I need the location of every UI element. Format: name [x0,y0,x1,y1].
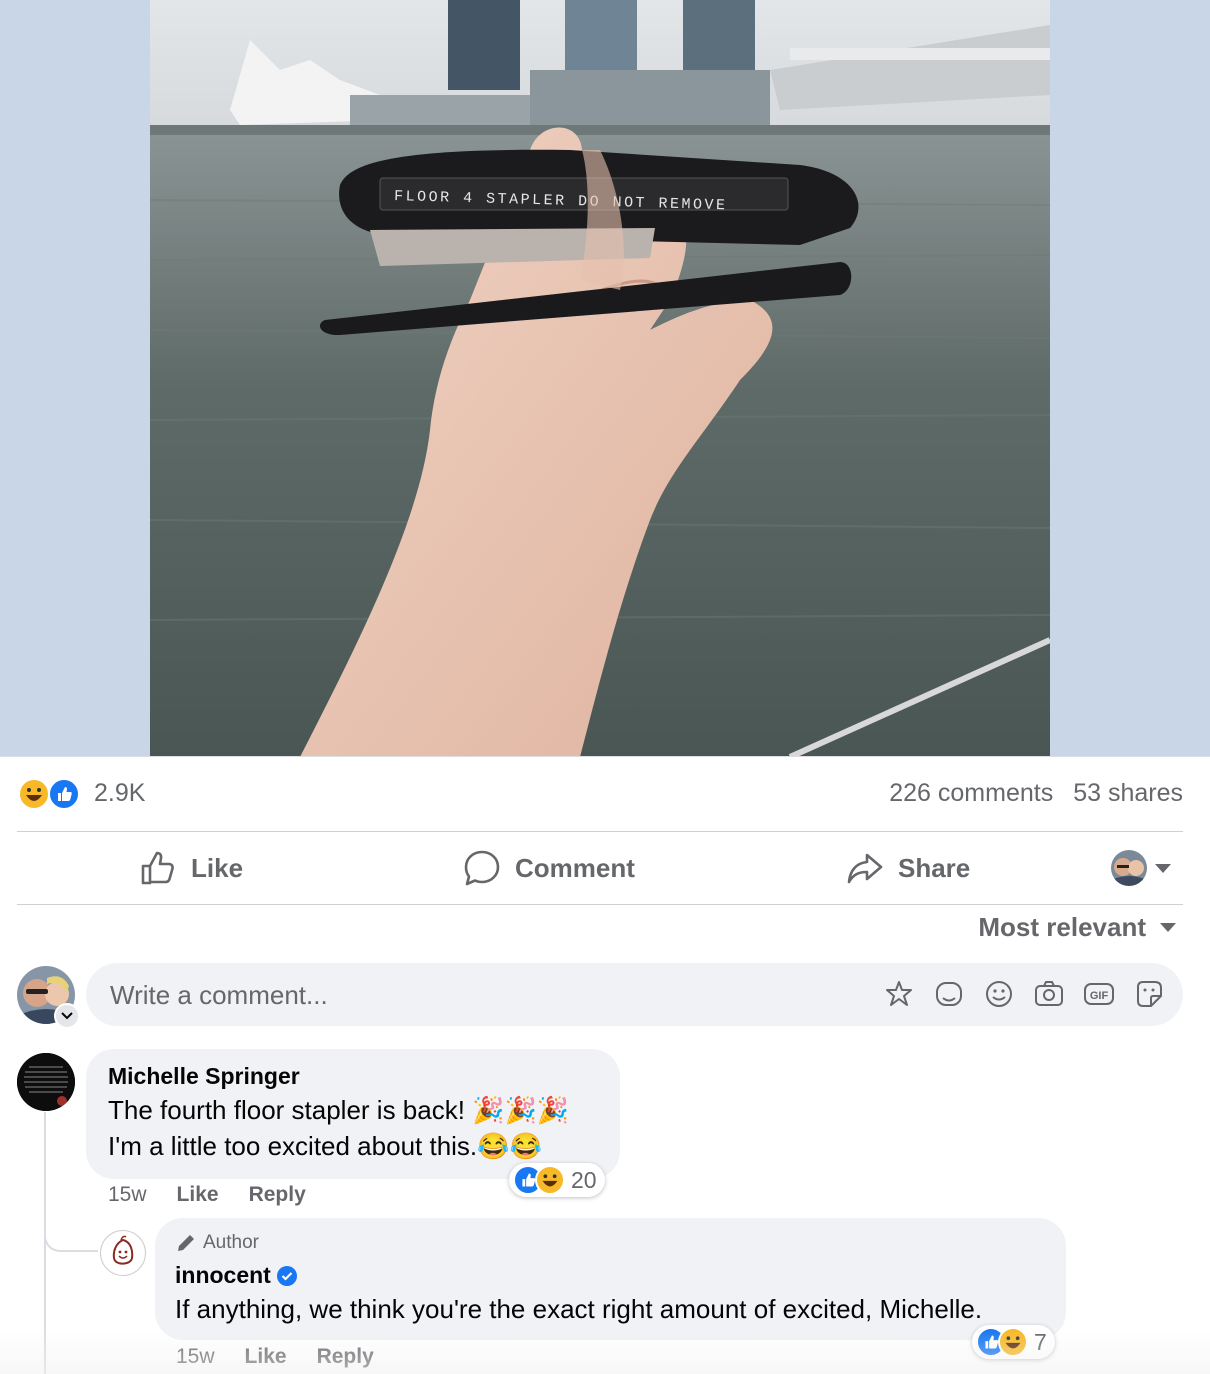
speech-bubble-icon [464,850,500,886]
post-actions: Like Comment Share [17,832,1183,904]
reaction-count: 7 [1034,1328,1047,1355]
divider [0,756,1210,757]
comment-label: Comment [515,852,635,883]
like-reaction-icon [48,778,80,810]
svg-text:GIF: GIF [1090,990,1109,1002]
verified-badge-icon [276,1265,297,1286]
engagement-counts: 226 comments 53 shares [869,779,1183,808]
avatar-sticker-icon[interactable] [883,977,915,1011]
gif-icon[interactable]: GIF [1083,977,1115,1011]
divider [17,904,1183,905]
reaction-count: 20 [571,1166,597,1193]
comment-time[interactable]: 15w [176,1345,215,1369]
commenter-avatar[interactable] [17,1053,75,1111]
chevron-down-icon [1160,923,1176,932]
composer-tools: GIF [883,977,1165,1011]
comment-author[interactable]: Michelle Springer [108,1063,300,1090]
shares-count[interactable]: 53 shares [1073,779,1183,807]
reaction-count[interactable]: 2.9K [94,779,145,808]
share-arrow-icon [847,853,883,884]
comment-input[interactable] [108,963,812,1028]
haha-reaction-icon [998,1327,1028,1357]
camera-icon[interactable] [1033,977,1065,1011]
thread-connector [44,1212,98,1252]
author-badge: Author [175,1232,259,1254]
haha-reaction-icon [535,1165,565,1195]
page-avatar[interactable] [100,1230,146,1276]
comment-meta: 15w Like Reply [176,1345,374,1369]
pencil-icon [178,1235,194,1251]
comment-time[interactable]: 15w [108,1183,147,1207]
comment-author[interactable]: innocent [175,1262,271,1289]
comment-text: If anything, we think you're the exact r… [175,1294,983,1324]
comment-sort-dropdown[interactable]: Most relevant [978,912,1176,943]
reply-bubble: Author innocent If anything, we think yo… [155,1218,1066,1340]
share-label: Share [898,852,971,883]
comment-like-button[interactable]: Like [245,1345,287,1369]
avatar-icon[interactable] [933,977,965,1011]
post-as-selector[interactable] [1111,850,1171,886]
comment-reply-button[interactable]: Reply [249,1183,306,1207]
comment-like-button[interactable]: Like [177,1183,219,1207]
comment-bubble: Michelle Springer The fourth floor stapl… [86,1049,620,1179]
account-switch-icon[interactable] [54,1003,80,1029]
emoji-icon[interactable] [983,977,1015,1011]
chevron-down-icon [1155,863,1171,873]
comment-reactions[interactable]: 7 [972,1325,1055,1359]
comments-count[interactable]: 226 comments [889,779,1053,807]
comment-text-line: I'm a little too excited about this.😂😂 [108,1131,542,1161]
reply-author-row: innocent [175,1262,297,1289]
share-button[interactable]: Share [846,832,970,904]
sort-label: Most relevant [978,912,1146,942]
comment-reply-button[interactable]: Reply [317,1345,374,1369]
photo-backdrop: FLOOR 4 STAPLER DO NOT REMOVE [0,0,1210,757]
author-badge-label: Author [203,1232,259,1253]
comment-meta: 15w Like Reply [108,1183,306,1207]
like-button[interactable]: Like [139,832,243,904]
avatar [1111,850,1147,886]
comment-text-line: The fourth floor stapler is back! 🎉🎉🎉 [108,1095,570,1125]
post-stats: 2.9K 226 comments 53 shares [18,772,1183,816]
comment-reactions[interactable]: 20 [509,1163,605,1197]
reaction-summary[interactable] [18,778,88,812]
haha-reaction-icon [18,778,50,810]
sticker-icon[interactable] [1133,977,1165,1011]
post-photo[interactable]: FLOOR 4 STAPLER DO NOT REMOVE [150,0,1050,757]
comment-composer: GIF [86,963,1183,1028]
comment-button[interactable]: Comment [463,832,635,904]
like-label: Like [191,852,244,883]
thumbs-up-icon [141,851,174,885]
